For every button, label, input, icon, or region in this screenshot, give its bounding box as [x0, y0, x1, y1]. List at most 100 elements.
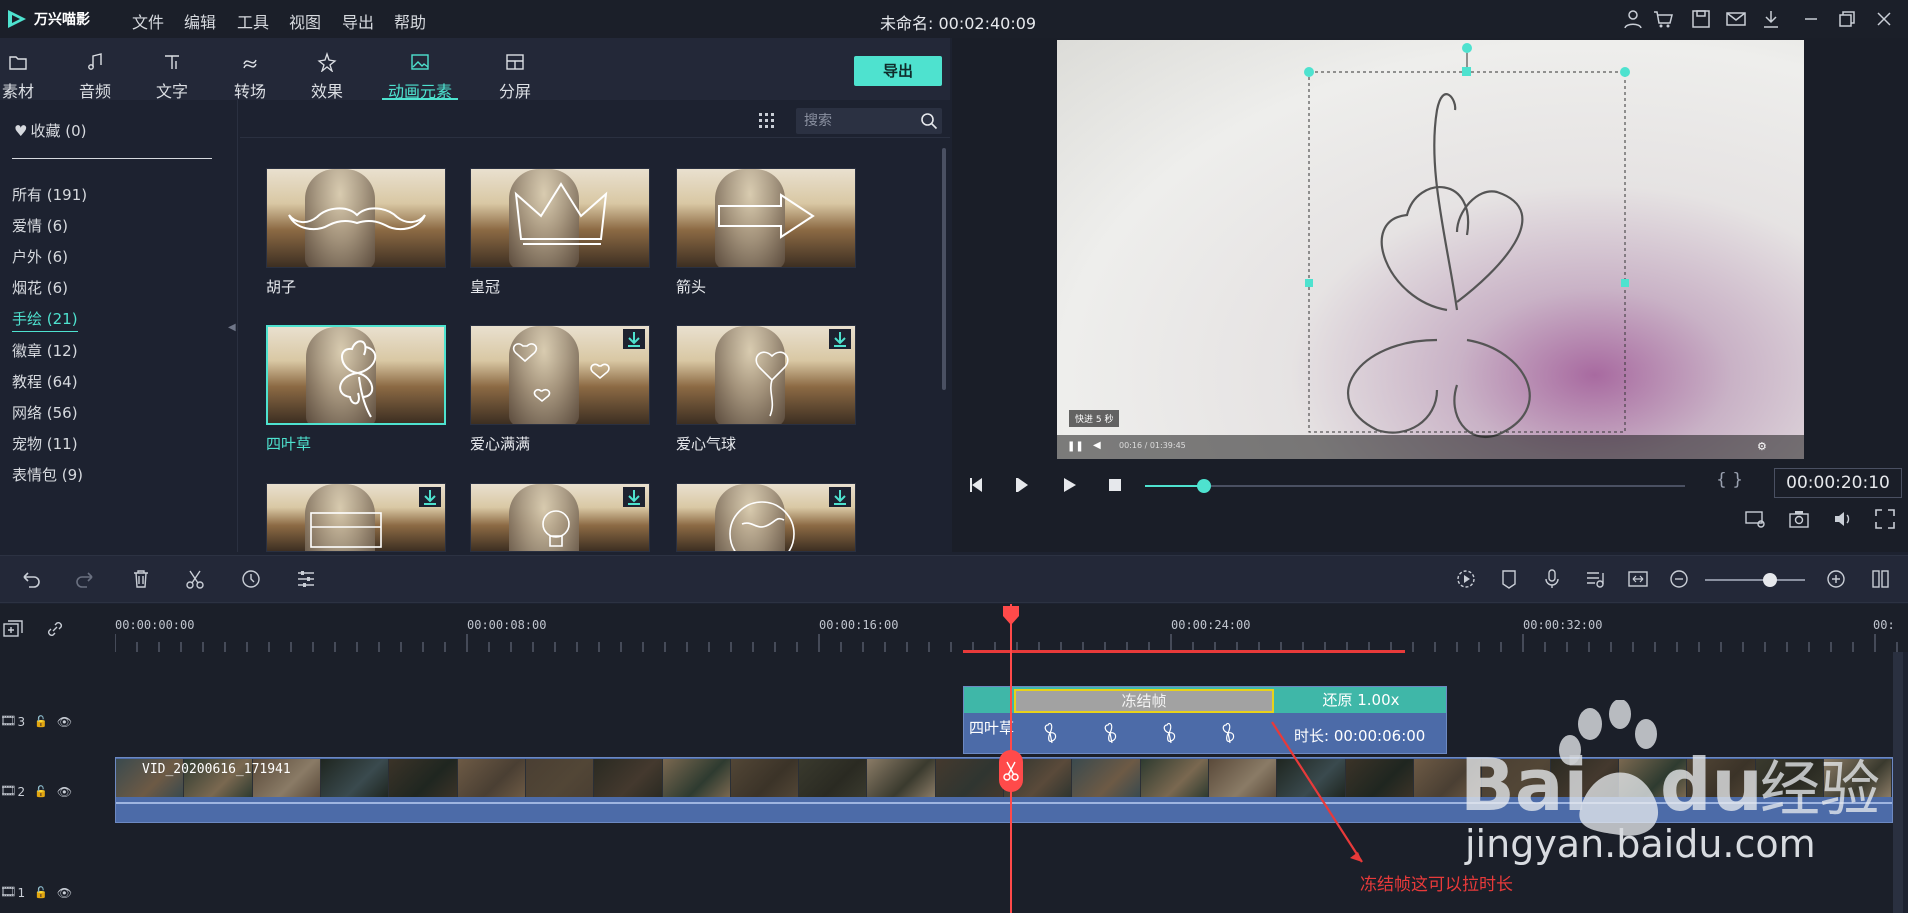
tab-transition[interactable]: 转场 — [215, 38, 285, 101]
menu-help[interactable]: 帮助 — [394, 9, 426, 33]
fullscreen-icon[interactable] — [1874, 508, 1896, 530]
snapshot-icon[interactable] — [1788, 508, 1810, 530]
delete-icon[interactable] — [130, 568, 152, 590]
preview-video[interactable]: 快进 5 秒 ❚❚ ◀ 00:16 / 01:39:45 ⚙ — [1057, 40, 1804, 459]
scissors-icon[interactable] — [184, 568, 206, 590]
tab-audio[interactable]: 音频 — [60, 38, 130, 101]
menu-view[interactable]: 视图 — [289, 9, 321, 33]
category-outdoor[interactable]: 户外 (6) — [12, 246, 68, 267]
menu-file[interactable]: 文件 — [132, 9, 164, 33]
user-icon[interactable] — [1622, 8, 1644, 30]
download-icon[interactable] — [829, 487, 851, 507]
lock-icon[interactable]: 🔓 — [34, 785, 48, 798]
restore-speed-label[interactable]: 还原 1.00x — [1276, 687, 1446, 713]
category-network[interactable]: 网络 (56) — [12, 402, 78, 423]
thumb-arrow[interactable] — [676, 168, 856, 268]
adjust-icon[interactable] — [295, 568, 317, 590]
save-icon[interactable] — [1690, 8, 1712, 30]
freeze-frame-segment[interactable]: 冻结帧 — [1014, 689, 1274, 713]
track-headers: 🎞 3 🔓 👁 🎞 2 🔓 👁 🎞 1 🔓 👁 — [0, 604, 115, 913]
eye-icon[interactable]: 👁 — [57, 886, 72, 900]
minimize-icon[interactable] — [1800, 8, 1822, 30]
filmstrip-frame — [799, 759, 868, 797]
svg-text:Bai: Bai — [1460, 743, 1588, 827]
download-icon[interactable] — [1760, 8, 1782, 30]
menu-tools[interactable]: 工具 — [237, 9, 269, 33]
eye-icon[interactable]: 👁 — [57, 785, 72, 799]
export-button[interactable]: 导出 — [854, 56, 942, 86]
thumb-mustache[interactable] — [266, 168, 446, 268]
embedded-player-bar: ❚❚ ◀ 00:16 / 01:39:45 ⚙ — [1057, 435, 1804, 459]
thumb-crown[interactable] — [470, 168, 650, 268]
zoom-slider-handle[interactable] — [1763, 573, 1777, 587]
category-love[interactable]: 爱情 (6) — [12, 215, 68, 236]
zoom-out-icon[interactable] — [1668, 568, 1690, 590]
in-out-markers[interactable]: { } — [1716, 470, 1743, 490]
category-tutorials[interactable]: 教程 (64) — [12, 371, 78, 392]
restore-window-icon[interactable] — [1836, 8, 1858, 30]
tab-media[interactable]: 素材 — [0, 38, 53, 101]
category-hand-drawn[interactable]: 手绘 (21) — [12, 308, 78, 332]
thumb-element-8[interactable] — [470, 483, 650, 552]
thumb-heart-balloon[interactable] — [676, 325, 856, 425]
download-icon[interactable] — [419, 487, 441, 507]
stop-icon[interactable] — [1104, 474, 1126, 496]
fit-timeline-icon[interactable] — [1627, 568, 1649, 590]
thumb-element-9[interactable] — [676, 483, 856, 552]
link-icon[interactable] — [44, 618, 66, 640]
tab-split-screen[interactable]: 分屏 — [480, 38, 550, 101]
category-emoji[interactable]: 表情包 (9) — [12, 464, 83, 485]
zoom-in-icon[interactable] — [1825, 568, 1847, 590]
eye-icon[interactable]: 👁 — [57, 715, 72, 729]
category-fireworks[interactable]: 烟花 (6) — [12, 277, 68, 298]
category-all[interactable]: 所有 (191) — [12, 184, 87, 205]
mail-icon[interactable] — [1725, 8, 1747, 30]
play-icon[interactable] — [1058, 474, 1080, 496]
category-pets[interactable]: 宠物 (11) — [12, 433, 78, 454]
split-marker[interactable] — [999, 750, 1023, 792]
clover-overlay[interactable] — [1057, 40, 1804, 459]
menu-edit[interactable]: 编辑 — [184, 9, 216, 33]
redo-icon[interactable] — [74, 568, 96, 590]
grid-view-icon[interactable] — [758, 112, 776, 130]
lock-icon[interactable]: 🔓 — [34, 886, 48, 899]
download-icon[interactable] — [623, 487, 645, 507]
search-input[interactable] — [804, 112, 914, 130]
render-icon[interactable] — [1455, 568, 1477, 590]
search-icon[interactable] — [920, 112, 938, 130]
volume-icon[interactable] — [1832, 508, 1854, 530]
playhead-handle-icon[interactable] — [1001, 604, 1021, 626]
grid-scrollbar[interactable] — [942, 148, 946, 390]
embedded-pause-icon: ❚❚ — [1067, 441, 1084, 452]
download-icon[interactable] — [623, 329, 645, 349]
film-track-icon: 🎞 — [0, 784, 17, 799]
display-settings-icon[interactable] — [1744, 508, 1766, 530]
microphone-icon[interactable] — [1541, 568, 1563, 590]
tab-text[interactable]: 文字 — [137, 38, 207, 101]
cart-icon[interactable] — [1652, 8, 1674, 30]
crown-icon — [514, 182, 608, 245]
undo-icon[interactable] — [20, 568, 42, 590]
zoom-slider[interactable] — [1705, 579, 1805, 581]
lock-icon[interactable]: 🔓 — [34, 715, 48, 728]
layout-toggle-icon[interactable] — [1870, 568, 1892, 590]
preview-scrubber[interactable] — [1145, 479, 1685, 493]
collapse-arrow-icon[interactable]: ◀ — [228, 322, 236, 333]
close-icon[interactable] — [1873, 8, 1895, 30]
clock-icon[interactable] — [240, 568, 262, 590]
download-icon[interactable] — [829, 329, 851, 349]
add-track-icon[interactable] — [2, 618, 24, 640]
thumb-hearts[interactable] — [470, 325, 650, 425]
audio-mixer-icon[interactable] — [1584, 568, 1606, 590]
favorites-item[interactable]: ♥ 收藏 (0) — [14, 120, 86, 141]
thumb-four-leaf-clover[interactable] — [266, 325, 446, 425]
preview-timecode: 00:00:20:10 — [1774, 468, 1902, 498]
tab-effects[interactable]: 效果 — [292, 38, 362, 101]
marker-icon[interactable] — [1498, 568, 1520, 590]
menu-export[interactable]: 导出 — [342, 9, 374, 33]
tab-animation-elements[interactable]: 动画元素 — [382, 38, 458, 101]
category-badges[interactable]: 徽章 (12) — [12, 340, 78, 361]
next-frame-icon[interactable] — [1012, 474, 1034, 496]
thumb-element-7[interactable] — [266, 483, 446, 552]
prev-frame-icon[interactable] — [966, 474, 988, 496]
